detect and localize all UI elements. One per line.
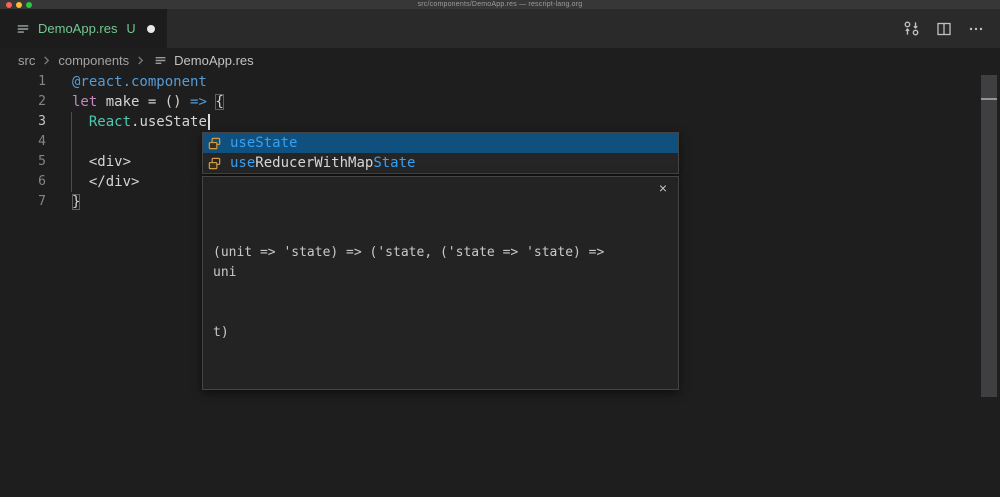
code-text: <div> — [72, 152, 131, 172]
window-title: src/components/DemoApp.res — rescript-la… — [0, 0, 1000, 9]
code-text: } — [72, 192, 80, 212]
line-number: 3 — [0, 112, 46, 132]
code-text: </div> — [72, 172, 139, 192]
vertical-scrollbar[interactable] — [981, 75, 997, 397]
tab-label: DemoApp.res — [38, 21, 117, 36]
close-icon[interactable]: × — [659, 181, 667, 195]
vscode-window: src/components/DemoApp.res — rescript-la… — [0, 0, 1000, 497]
doc-signature-line: (unit => 'state) => ('state, ('state => … — [213, 243, 634, 283]
field-icon — [207, 136, 223, 151]
suggest-item[interactable]: useState — [203, 133, 678, 153]
suggest-item[interactable]: useReducerWithMapState — [203, 153, 678, 173]
suggest-label: useState — [230, 135, 297, 151]
code-text: @react.component — [72, 72, 207, 92]
open-changes-icon[interactable] — [903, 20, 920, 37]
titlebar: src/components/DemoApp.res — rescript-la… — [0, 0, 1000, 9]
code-line[interactable]: 2 let make = () => { — [0, 92, 1000, 112]
line-number: 4 — [0, 132, 46, 152]
file-list-icon — [154, 54, 167, 67]
suggest-widget: useState useReducerWithMapState — [202, 132, 679, 174]
modified-indicator[interactable] — [147, 25, 155, 33]
line-number: 6 — [0, 172, 46, 192]
code-text: let make = () => { — [72, 92, 224, 112]
line-number: 7 — [0, 192, 46, 212]
split-editor-icon[interactable] — [936, 21, 952, 37]
breadcrumb-file[interactable]: DemoApp.res — [174, 53, 253, 68]
overview-ruler-cursor-mark — [981, 98, 997, 100]
chevron-right-icon — [136, 56, 145, 65]
git-untracked-badge: U — [126, 22, 135, 36]
breadcrumb: src components DemoApp.res — [0, 48, 1000, 72]
tab-demoapp[interactable]: DemoApp.res U — [0, 9, 167, 48]
line-number: 2 — [0, 92, 46, 112]
field-icon — [207, 156, 223, 171]
code-text: React.useState — [72, 112, 210, 132]
code-line[interactable]: 1 @react.component — [0, 72, 1000, 92]
code-line[interactable]: 3 React.useState — [0, 112, 1000, 132]
breadcrumb-components[interactable]: components — [58, 53, 129, 68]
suggest-doc-panel: × (unit => 'state) => ('state, ('state =… — [202, 176, 679, 390]
editor-actions-toolbar — [903, 9, 1000, 48]
text-cursor — [208, 114, 210, 130]
line-number: 5 — [0, 152, 46, 172]
suggest-label: useReducerWithMapState — [230, 155, 415, 171]
code-editor[interactable]: 1@react.component2let make = () => {3 Re… — [0, 72, 1000, 497]
line-number: 1 — [0, 72, 46, 92]
chevron-right-icon — [42, 56, 51, 65]
bracket-pair-guide — [71, 112, 72, 192]
doc-signature-line: t) — [213, 323, 634, 343]
more-actions-icon[interactable] — [968, 21, 984, 37]
file-list-icon — [16, 22, 30, 36]
breadcrumb-src[interactable]: src — [18, 53, 35, 68]
tab-bar: DemoApp.res U — [0, 9, 1000, 48]
